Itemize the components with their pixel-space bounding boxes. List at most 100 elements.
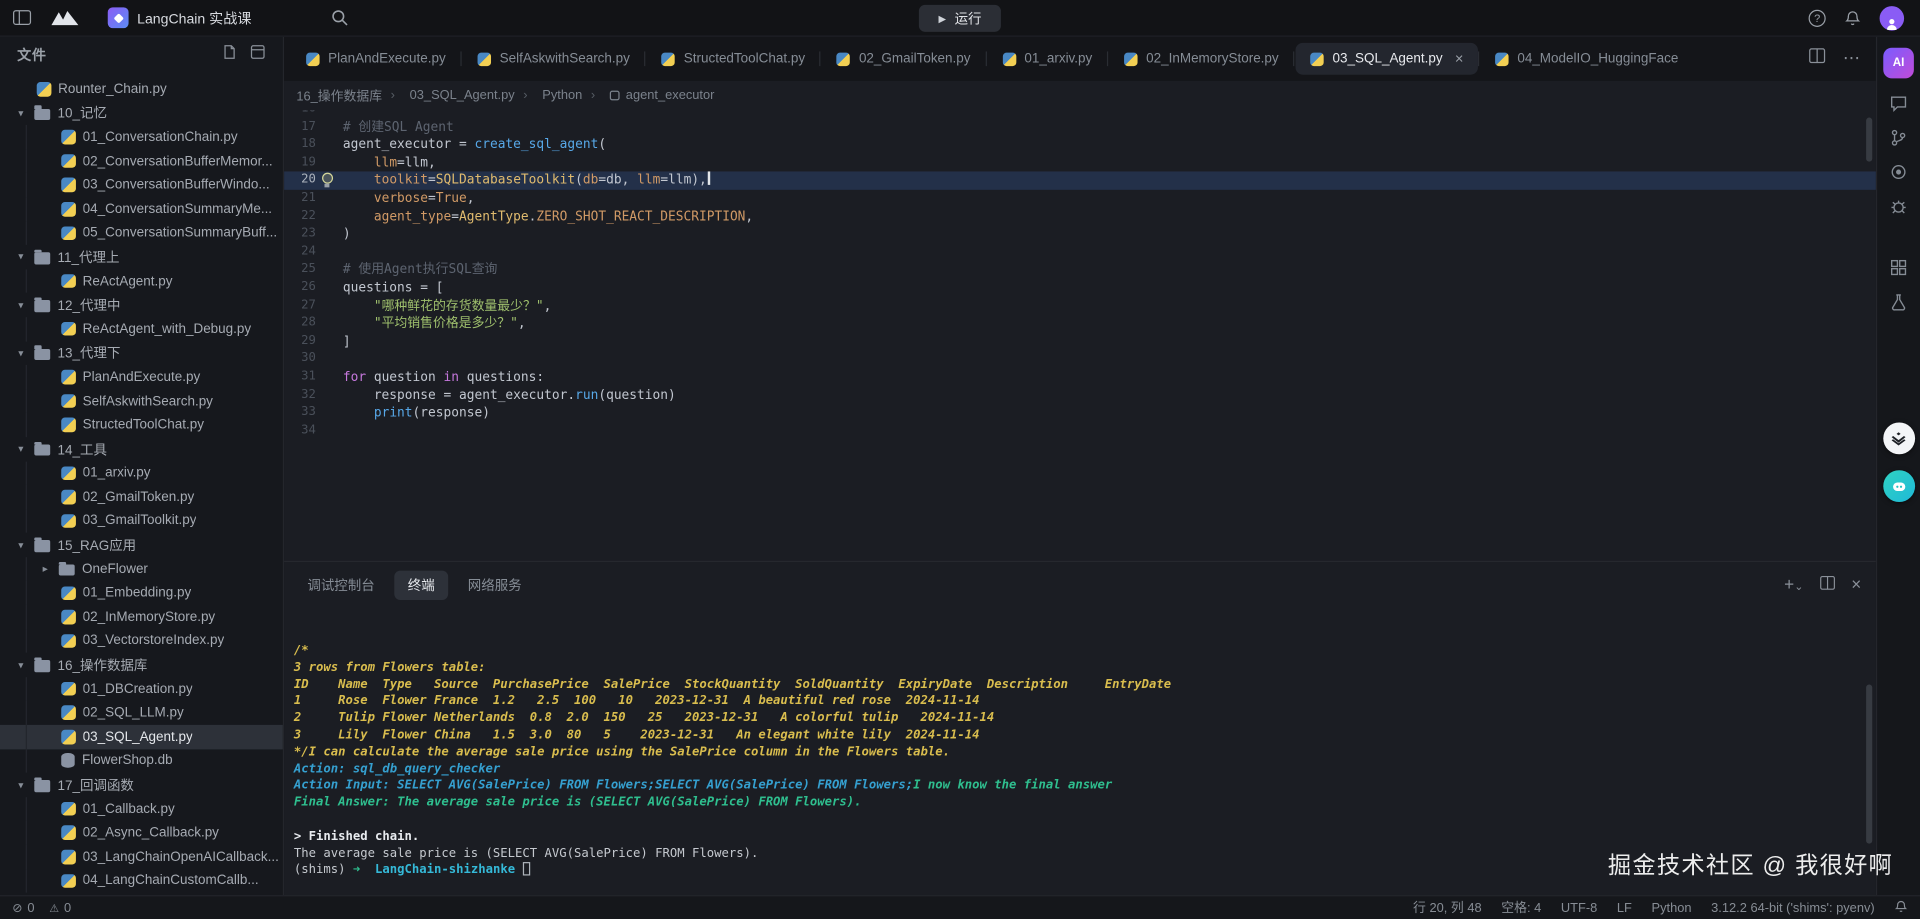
user-avatar[interactable] bbox=[1880, 6, 1904, 30]
experiments-button[interactable] bbox=[1889, 293, 1907, 311]
breadcrumb-item[interactable]: agent_executor bbox=[582, 88, 714, 103]
code-editor[interactable]: 1617# 创建SQL Agent18agent_executor = crea… bbox=[284, 110, 1876, 561]
tree-item[interactable]: 03_LangChainOpenAICallback... bbox=[0, 845, 283, 869]
split-terminal-button[interactable] bbox=[1819, 574, 1835, 596]
workspace-switcher[interactable]: LangChain 实战课 bbox=[98, 4, 261, 32]
new-terminal-button[interactable] bbox=[1784, 574, 1803, 596]
tree-item[interactable]: 01_Callback.py bbox=[0, 797, 283, 821]
editor-tab[interactable]: 04_ModelIO_HuggingFace bbox=[1481, 43, 1693, 75]
split-editor-button[interactable] bbox=[1809, 48, 1826, 70]
code-line[interactable]: 22 agent_type=AgentType.ZERO_SHOT_REACT_… bbox=[284, 208, 1876, 226]
problem-counter[interactable]: 0 bbox=[12, 901, 34, 916]
tree-item[interactable]: SelfAskwithSearch.py bbox=[0, 389, 283, 413]
tree-item[interactable]: 03_VectorstoreIndex.py bbox=[0, 629, 283, 653]
tree-item[interactable]: 01_ConversationChain.py bbox=[0, 125, 283, 149]
tree-item[interactable]: 03_SQL_Agent.py bbox=[0, 725, 283, 749]
terminal-scrollbar[interactable] bbox=[1866, 684, 1872, 843]
code-line[interactable]: 19 llm=llm, bbox=[284, 154, 1876, 172]
editor-tab[interactable]: 02_GmailToken.py bbox=[822, 43, 985, 75]
status-item[interactable]: 3.12.2 64-bit ('shims': pyenv) bbox=[1711, 901, 1875, 916]
editor-tab[interactable]: 02_InMemoryStore.py bbox=[1109, 43, 1293, 75]
code-line[interactable]: 23) bbox=[284, 225, 1876, 243]
editor-tab[interactable]: 03_SQL_Agent.py bbox=[1296, 43, 1478, 75]
tree-item[interactable]: 02_ConversationBufferMemor... bbox=[0, 149, 283, 173]
more-actions-button[interactable] bbox=[1843, 48, 1860, 70]
tree-item[interactable]: 10_记忆 bbox=[0, 101, 283, 125]
juejin-float-button[interactable] bbox=[1883, 422, 1915, 454]
status-item[interactable]: Python bbox=[1651, 901, 1691, 916]
notifications-button[interactable] bbox=[1844, 9, 1861, 27]
code-line[interactable]: 16 bbox=[284, 110, 1876, 118]
open-editors-button[interactable] bbox=[250, 44, 266, 66]
lightbulb-icon[interactable] bbox=[321, 173, 333, 188]
code-line[interactable]: 20 toolkit=SQLDatabaseToolkit(db=db, llm… bbox=[284, 172, 1876, 190]
status-item[interactable]: 空格: 4 bbox=[1501, 899, 1541, 917]
tree-item[interactable]: 01_arxiv.py bbox=[0, 461, 283, 485]
new-file-button[interactable] bbox=[222, 44, 238, 66]
tree-item[interactable]: 01_Embedding.py bbox=[0, 581, 283, 605]
status-item[interactable]: UTF-8 bbox=[1561, 901, 1597, 916]
target-button[interactable] bbox=[1889, 163, 1907, 181]
tree-item[interactable]: 12_代理中 bbox=[0, 293, 283, 317]
breadcrumb-item[interactable]: Python bbox=[515, 88, 583, 103]
code-line[interactable]: 33 print(response) bbox=[284, 404, 1876, 422]
code-line[interactable]: 32 response = agent_executor.run(questio… bbox=[284, 386, 1876, 404]
tree-item[interactable]: ReActAgent.py bbox=[0, 269, 283, 293]
code-line[interactable]: 31for question in questions: bbox=[284, 368, 1876, 386]
sidebar-toggle-button[interactable] bbox=[12, 10, 32, 26]
code-line[interactable]: 21 verbose=True, bbox=[284, 190, 1876, 208]
help-button[interactable] bbox=[1809, 9, 1826, 26]
status-item[interactable]: LF bbox=[1617, 901, 1632, 916]
tree-item[interactable]: OneFlower bbox=[0, 557, 283, 581]
tree-item[interactable]: 17_回调函数 bbox=[0, 773, 283, 797]
code-line[interactable]: 28 "平均销售价格是多少？", bbox=[284, 315, 1876, 333]
code-line[interactable]: 29] bbox=[284, 333, 1876, 351]
code-line[interactable]: 24 bbox=[284, 243, 1876, 261]
tree-item[interactable]: 13_代理下 bbox=[0, 341, 283, 365]
tree-item[interactable]: 03_GmailToolkit.py bbox=[0, 509, 283, 533]
tree-item[interactable]: 11_代理上 bbox=[0, 245, 283, 269]
tree-item[interactable]: 16_操作数据库 bbox=[0, 653, 283, 677]
editor-tab[interactable]: PlanAndExecute.py bbox=[291, 43, 460, 75]
code-line[interactable]: 34 bbox=[284, 422, 1876, 440]
breadcrumb-item[interactable]: 03_SQL_Agent.py bbox=[382, 88, 515, 103]
tree-item[interactable]: 02_SQL_LLM.py bbox=[0, 701, 283, 725]
code-line[interactable]: 26questions = [ bbox=[284, 279, 1876, 297]
panel-tab[interactable]: 网络服务 bbox=[454, 571, 535, 600]
tree-item[interactable]: 04_LangChainCustomCallb... bbox=[0, 869, 283, 893]
editor-scrollbar[interactable] bbox=[1866, 118, 1872, 162]
assistant-bot-button[interactable] bbox=[1883, 470, 1915, 502]
code-line[interactable]: 18agent_executor = create_sql_agent( bbox=[284, 136, 1876, 154]
branch-button[interactable] bbox=[1889, 129, 1907, 147]
chat-button[interactable] bbox=[1889, 94, 1907, 112]
tree-item[interactable]: 15_RAG应用 bbox=[0, 533, 283, 557]
tree-item[interactable]: StructedToolChat.py bbox=[0, 413, 283, 437]
ai-assistant-button[interactable]: AI bbox=[1883, 48, 1914, 79]
tree-item[interactable]: 04_ConversationSummaryMe... bbox=[0, 197, 283, 221]
panel-tab[interactable]: 终端 bbox=[394, 571, 448, 600]
tab-close-icon[interactable] bbox=[1455, 51, 1464, 66]
tree-item[interactable]: Rounter_Chain.py bbox=[0, 77, 283, 101]
problem-counter[interactable]: 0 bbox=[49, 901, 71, 916]
close-panel-button[interactable] bbox=[1851, 574, 1861, 596]
breadcrumb-item[interactable]: 16_操作数据库 bbox=[296, 86, 382, 104]
tree-item[interactable]: 03_ConversationBufferWindo... bbox=[0, 173, 283, 197]
statusbar-bell-button[interactable] bbox=[1894, 899, 1907, 917]
extensions-button[interactable] bbox=[1889, 258, 1907, 276]
tree-item[interactable]: FlowerShop.db bbox=[0, 749, 283, 773]
tree-item[interactable]: 02_GmailToken.py bbox=[0, 485, 283, 509]
tree-item[interactable]: 02_InMemoryStore.py bbox=[0, 605, 283, 629]
tree-item[interactable]: 14_工具 bbox=[0, 437, 283, 461]
tree-item[interactable]: 05_ConversationSummaryBuff... bbox=[0, 221, 283, 245]
panel-tab[interactable]: 调试控制台 bbox=[294, 571, 388, 600]
code-line[interactable]: 27 "哪种鲜花的存货数量最少？", bbox=[284, 297, 1876, 315]
editor-tab[interactable]: SelfAskwithSearch.py bbox=[463, 43, 645, 75]
status-item[interactable]: 行 20, 列 48 bbox=[1413, 899, 1482, 917]
tree-item[interactable]: PlanAndExecute.py bbox=[0, 365, 283, 389]
run-button[interactable]: 运行 bbox=[919, 5, 1001, 32]
code-line[interactable]: 25# 使用Agent执行SQL查询 bbox=[284, 261, 1876, 279]
debug-button[interactable] bbox=[1889, 197, 1907, 215]
code-line[interactable]: 17# 创建SQL Agent bbox=[284, 118, 1876, 136]
tree-item[interactable]: ReActAgent_with_Debug.py bbox=[0, 317, 283, 341]
search-button[interactable] bbox=[331, 9, 349, 27]
